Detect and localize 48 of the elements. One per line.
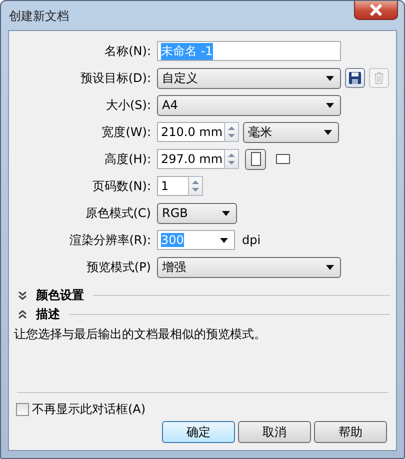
section-title: 颜色设置 — [36, 287, 84, 304]
save-button[interactable] — [345, 68, 365, 88]
caret-icon — [326, 264, 334, 270]
up-down-arrows-icon — [227, 125, 236, 139]
landscape-page-icon — [276, 154, 290, 164]
field-label: 预设目标(D): — [79, 70, 151, 87]
unit-dropdown[interactable]: 毫米 — [243, 122, 339, 142]
dropdown[interactable]: 自定义 — [157, 68, 341, 88]
checkbox-label: 不再显示此对话框(A) — [32, 401, 146, 418]
trash-icon — [374, 72, 384, 84]
window-title: 创建新文档 — [9, 8, 69, 25]
spin-button[interactable] — [224, 149, 239, 169]
caret-icon — [220, 238, 228, 242]
up-down-arrows-icon — [191, 179, 200, 193]
field-label: 名称(N): — [104, 43, 151, 60]
close-button[interactable] — [354, 1, 398, 20]
portrait-page-icon — [250, 152, 260, 166]
field-label: 大小(S): — [104, 97, 151, 114]
close-icon — [369, 4, 383, 16]
number-field[interactable]: 210.0 mm — [157, 122, 225, 142]
dropdown[interactable]: RGB — [157, 202, 237, 224]
field-label: 渲染分辨率(R): — [68, 232, 151, 249]
number-field[interactable]: 297.0 mm — [157, 149, 225, 169]
field-label: 高度(H): — [104, 151, 151, 168]
dropdown[interactable]: A4 — [157, 94, 341, 116]
expand-icon[interactable] — [18, 291, 27, 300]
dialog-button[interactable]: 帮助 — [314, 421, 387, 443]
dialog-button[interactable]: 取消 — [238, 421, 311, 443]
caret-icon — [222, 210, 230, 216]
dialog-button[interactable]: 确定 — [162, 421, 235, 443]
caret-icon — [324, 130, 332, 134]
caret-icon — [326, 102, 334, 108]
spin-button[interactable] — [188, 176, 203, 196]
up-down-arrows-icon — [227, 152, 236, 166]
description-text: 让您选择与最后输出的文档最相似的预览模式。 — [14, 326, 267, 343]
field-label: 页码数(N): — [92, 178, 151, 195]
number-field[interactable]: 1 — [157, 176, 189, 196]
checkbox[interactable] — [16, 403, 29, 416]
collapse-icon[interactable] — [18, 310, 27, 319]
section-title: 描述 — [36, 306, 60, 323]
unit-label: dpi — [242, 233, 261, 247]
field-label: 宽度(W): — [100, 124, 151, 141]
field-label: 预览模式(P) — [85, 259, 151, 276]
portrait-button[interactable] — [245, 148, 266, 170]
caret-icon — [326, 76, 334, 80]
dropdown[interactable]: 增强 — [157, 256, 341, 278]
field-label: 原色模式(C) — [84, 205, 151, 222]
spin-button[interactable] — [224, 122, 239, 142]
